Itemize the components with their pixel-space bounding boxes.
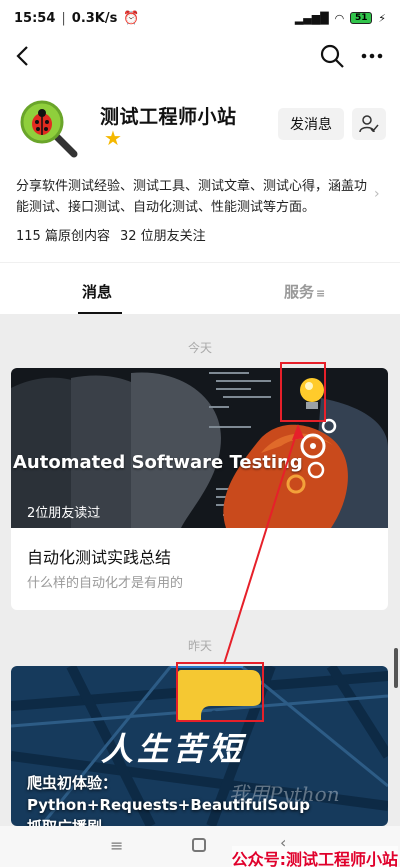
footer-watermark: 公众号:测试工程师小站 [231,846,398,867]
annotation-arrow [223,424,304,665]
menu-icon[interactable]: ≡ [110,836,123,855]
home-icon[interactable] [192,838,206,852]
scroll-indicator [394,648,398,688]
